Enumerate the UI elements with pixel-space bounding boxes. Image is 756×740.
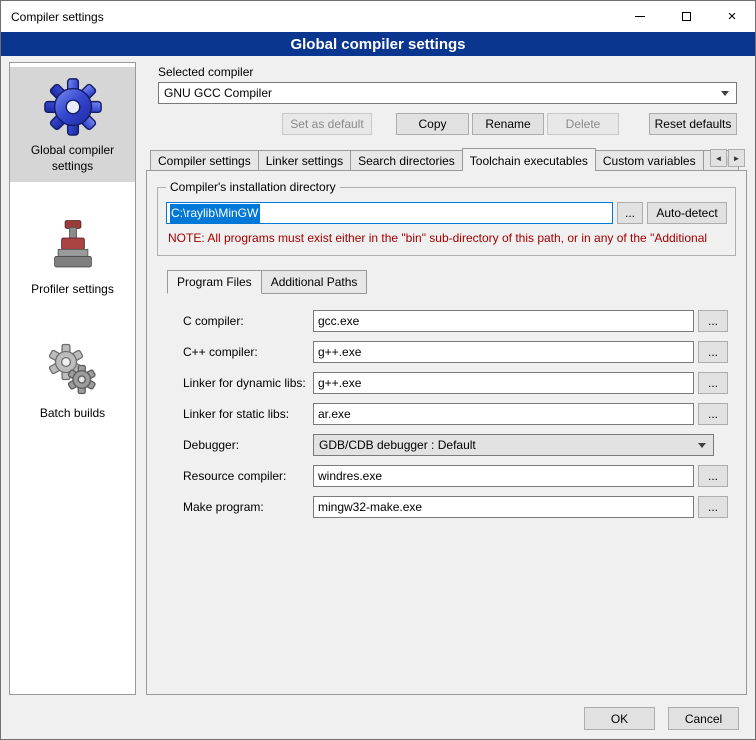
cpp-compiler-input[interactable] [313, 341, 694, 363]
main-panel: Selected compiler GNU GCC Compiler Set a… [146, 62, 747, 695]
linker-dynamic-input[interactable] [313, 372, 694, 394]
program-files-fields: C compiler: ... C++ compiler: ... Linker… [183, 310, 736, 518]
settings-category-list: Global compiler settings Profiler settin… [9, 62, 136, 695]
browse-linker-static-button[interactable]: ... [698, 403, 728, 425]
field-row-c-compiler: C compiler: ... [183, 310, 728, 332]
field-row-linker-dynamic: Linker for dynamic libs: ... [183, 372, 728, 394]
dialog-footer: OK Cancel [1, 699, 755, 739]
installation-directory-group: Compiler's installation directory C:\ray… [157, 187, 736, 256]
browse-cpp-compiler-button[interactable]: ... [698, 341, 728, 363]
selected-compiler-combobox[interactable]: GNU GCC Compiler [158, 82, 737, 104]
debugger-value: GDB/CDB debugger : Default [319, 438, 476, 452]
titlebar[interactable]: Compiler settings × [1, 1, 755, 32]
sidebar-item-global-compiler-settings[interactable]: Global compiler settings [10, 67, 135, 182]
tab-scroll-left-button[interactable]: ◄ [710, 149, 727, 167]
rename-button[interactable]: Rename [472, 113, 544, 135]
ok-button[interactable]: OK [584, 707, 655, 730]
sidebar-item-profiler-settings[interactable]: Profiler settings [10, 206, 135, 306]
browse-make-program-button[interactable]: ... [698, 496, 728, 518]
make-program-label: Make program: [183, 500, 309, 514]
group-title: Compiler's installation directory [166, 180, 340, 194]
make-program-input[interactable] [313, 496, 694, 518]
blue-gear-icon [42, 73, 104, 139]
batch-builds-gears-icon [45, 336, 101, 402]
settings-tabstrip: Compiler settings Linker settings Search… [150, 147, 747, 170]
compiler-settings-dialog: Compiler settings × Global compiler sett… [0, 0, 756, 740]
field-row-cpp-compiler: C++ compiler: ... [183, 341, 728, 363]
copy-button[interactable]: Copy [396, 113, 469, 135]
close-button[interactable]: × [709, 1, 755, 32]
sidebar-item-label: Global compiler settings [12, 143, 133, 174]
auto-detect-button[interactable]: Auto-detect [647, 202, 727, 224]
tab-linker-settings[interactable]: Linker settings [258, 150, 351, 170]
tab-compiler-settings[interactable]: Compiler settings [150, 150, 259, 170]
field-row-make-program: Make program: ... [183, 496, 728, 518]
resource-compiler-label: Resource compiler: [183, 469, 309, 483]
browse-directory-button[interactable]: ... [617, 202, 643, 224]
cancel-button[interactable]: Cancel [668, 707, 739, 730]
subtab-program-files[interactable]: Program Files [167, 270, 262, 294]
cpp-compiler-label: C++ compiler: [183, 345, 309, 359]
resource-compiler-input[interactable] [313, 465, 694, 487]
field-row-debugger: Debugger: GDB/CDB debugger : Default [183, 434, 728, 456]
maximize-icon [682, 12, 691, 21]
profiler-icon [45, 212, 101, 278]
subtab-additional-paths[interactable]: Additional Paths [261, 270, 368, 294]
maximize-button[interactable] [663, 1, 709, 32]
compiler-actions: Set as default Copy Rename Delete Reset … [158, 113, 737, 135]
debugger-label: Debugger: [183, 438, 309, 452]
debugger-combobox[interactable]: GDB/CDB debugger : Default [313, 434, 714, 456]
reset-defaults-button[interactable]: Reset defaults [649, 113, 737, 135]
sidebar-item-batch-builds[interactable]: Batch builds [10, 330, 135, 430]
field-row-linker-static: Linker for static libs: ... [183, 403, 728, 425]
dialog-banner: Global compiler settings [1, 32, 755, 56]
selected-compiler-value: GNU GCC Compiler [164, 86, 272, 100]
field-row-resource-compiler: Resource compiler: ... [183, 465, 728, 487]
browse-linker-dynamic-button[interactable]: ... [698, 372, 728, 394]
installation-directory-value: C:\raylib\MinGW [170, 204, 260, 223]
note-text: NOTE: All programs must exist either in … [168, 231, 727, 245]
tab-scrollers: ◄ ► [710, 149, 745, 167]
chevron-down-icon [698, 443, 706, 448]
tab-scroll-right-button[interactable]: ► [728, 149, 745, 167]
browse-c-compiler-button[interactable]: ... [698, 310, 728, 332]
minimize-icon [635, 16, 645, 17]
banner-title: Global compiler settings [290, 36, 465, 53]
right-arrow-icon: ► [733, 154, 741, 163]
installation-directory-input[interactable]: C:\raylib\MinGW [166, 202, 613, 224]
tab-search-directories[interactable]: Search directories [350, 150, 463, 170]
delete-button[interactable]: Delete [547, 113, 619, 135]
sidebar-item-label: Profiler settings [31, 282, 114, 298]
dialog-body: Global compiler settings Profiler settin… [1, 56, 755, 699]
titlebar-buttons: × [617, 1, 755, 32]
close-icon: × [728, 9, 737, 24]
minimize-button[interactable] [617, 1, 663, 32]
program-subtabs: Program Files Additional Paths [167, 270, 738, 294]
set-as-default-button[interactable]: Set as default [282, 113, 372, 135]
installation-directory-row: C:\raylib\MinGW ... Auto-detect [166, 202, 727, 224]
c-compiler-input[interactable] [313, 310, 694, 332]
linker-static-label: Linker for static libs: [183, 407, 309, 421]
browse-resource-compiler-button[interactable]: ... [698, 465, 728, 487]
chevron-down-icon [721, 91, 729, 96]
linker-dynamic-label: Linker for dynamic libs: [183, 376, 309, 390]
window-title: Compiler settings [1, 10, 104, 24]
left-arrow-icon: ◄ [715, 154, 723, 163]
selected-compiler-label: Selected compiler [158, 65, 747, 79]
tab-toolchain-executables[interactable]: Toolchain executables [462, 148, 596, 171]
toolchain-executables-page: Compiler's installation directory C:\ray… [146, 170, 747, 695]
sidebar-item-label: Batch builds [40, 406, 105, 422]
linker-static-input[interactable] [313, 403, 694, 425]
tab-custom-variables[interactable]: Custom variables [595, 150, 704, 170]
c-compiler-label: C compiler: [183, 314, 309, 328]
